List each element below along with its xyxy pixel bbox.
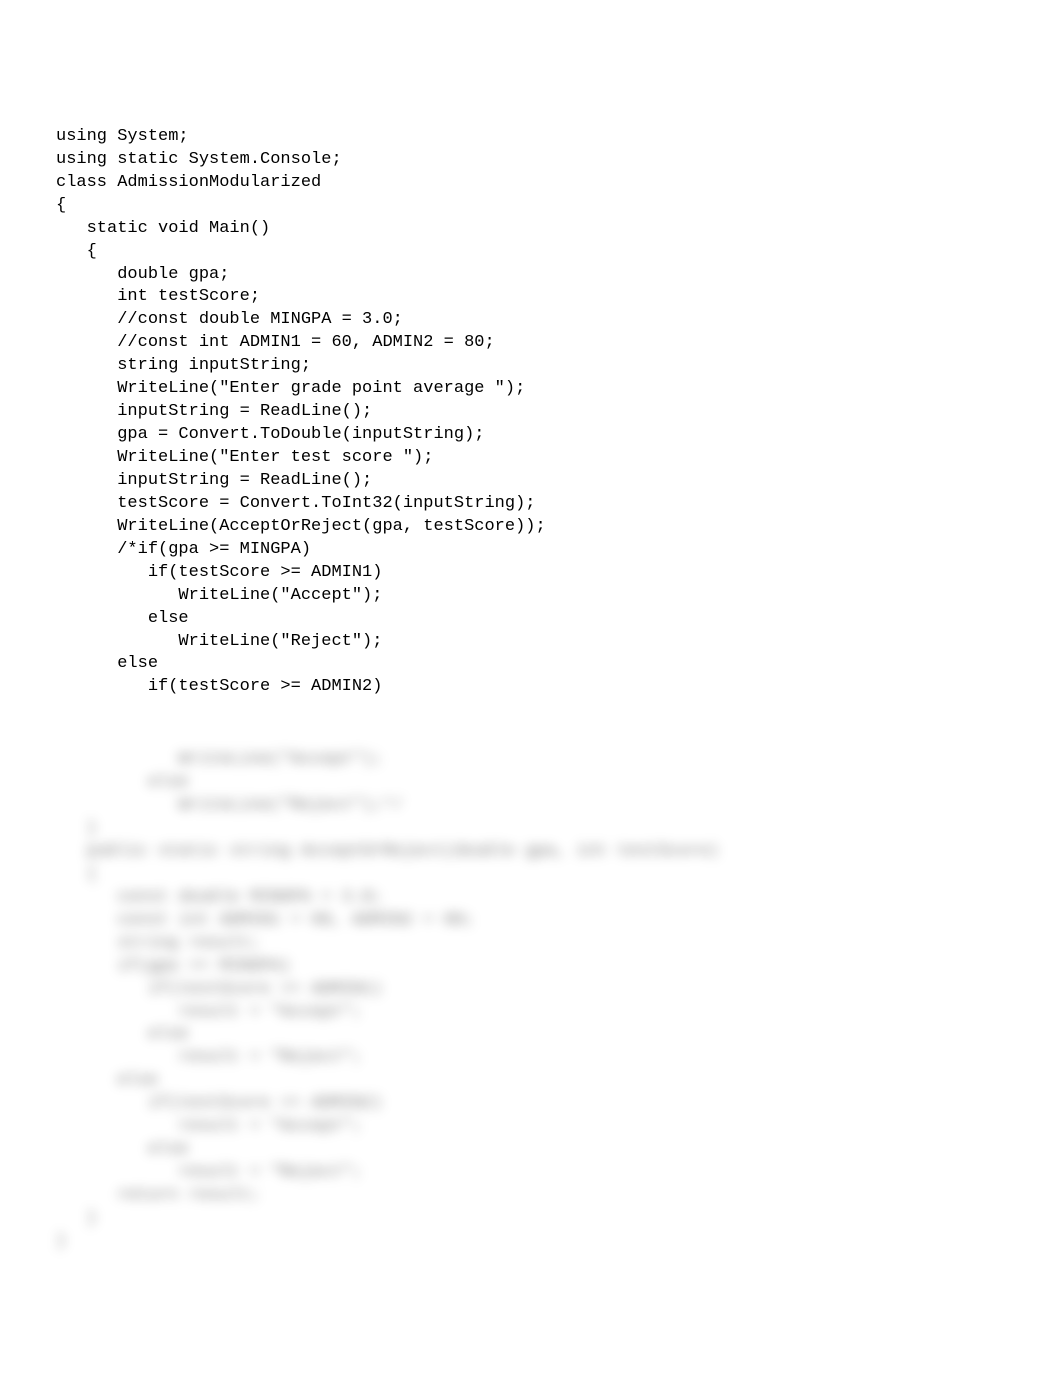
code.lines-line: gpa = Convert.ToDouble(inputString); — [56, 424, 1022, 447]
code.lines-line: else — [56, 653, 1022, 676]
code-page: using System;using static System.Console… — [0, 0, 1062, 1317]
code.lines-line: WriteLine("Enter grade point average "); — [56, 378, 1022, 401]
code.lines-line: int testScore; — [56, 286, 1022, 309]
code.lines-line: double gpa; — [56, 264, 1022, 287]
code.lines-line: inputString = ReadLine(); — [56, 401, 1022, 424]
code.blurred-line: { — [56, 864, 1022, 887]
code.lines-line: inputString = ReadLine(); — [56, 470, 1022, 493]
code.blurred-line: const double MINGPA = 3.0; — [56, 887, 1022, 910]
code-blurred-block: WriteLine("Accept"); else WriteLine("Rej… — [56, 749, 1022, 1254]
code.blurred-line: WriteLine("Reject");*/ — [56, 795, 1022, 818]
code.lines-line: else — [56, 608, 1022, 631]
code.lines-line: WriteLine("Reject"); — [56, 631, 1022, 654]
code.lines-line: if(testScore >= ADMIN2) — [56, 676, 1022, 699]
code.lines-line: using System; — [56, 126, 1022, 149]
code.blurred-line: result = "Accept"; — [56, 1002, 1022, 1025]
code.lines-line: if(testScore >= ADMIN1) — [56, 562, 1022, 585]
code.blurred-line: else — [56, 1024, 1022, 1047]
code.lines-line: WriteLine("Enter test score "); — [56, 447, 1022, 470]
code.lines-line: WriteLine("Accept"); — [56, 585, 1022, 608]
code.lines-line: //const int ADMIN1 = 60, ADMIN2 = 80; — [56, 332, 1022, 355]
code.blurred-line: else — [56, 1139, 1022, 1162]
code.lines-line: WriteLine(AcceptOrReject(gpa, testScore)… — [56, 516, 1022, 539]
code.blurred-line: const int ADMIN1 = 60, ADMIN2 = 80; — [56, 910, 1022, 933]
code.blurred-line: } — [56, 1208, 1022, 1231]
code.lines-line: using static System.Console; — [56, 149, 1022, 172]
code.lines-line: testScore = Convert.ToInt32(inputString)… — [56, 493, 1022, 516]
code.blurred-line: string result; — [56, 933, 1022, 956]
code.blurred-line: result = "Reject"; — [56, 1047, 1022, 1070]
code.blurred-line: if(testScore >= ADMIN1) — [56, 979, 1022, 1002]
code.lines-line: string inputString; — [56, 355, 1022, 378]
code.lines-line: //const double MINGPA = 3.0; — [56, 309, 1022, 332]
code.blurred-line: result = "Accept"; — [56, 1116, 1022, 1139]
code.blurred-line: if(gpa >= MINGPA) — [56, 956, 1022, 979]
code.blurred-line: } — [56, 1231, 1022, 1254]
code.lines-line: static void Main() — [56, 218, 1022, 241]
code.blurred-line: public static string AcceptOrReject(doub… — [56, 841, 1022, 864]
code-visible-block: using System;using static System.Console… — [56, 126, 1022, 699]
code.blurred-line: if(testScore >= ADMIN2) — [56, 1093, 1022, 1116]
code.blurred-line: WriteLine("Accept"); — [56, 749, 1022, 772]
code.blurred-line: else — [56, 1070, 1022, 1093]
code.lines-line: { — [56, 195, 1022, 218]
code.blurred-line: result = "Reject"; — [56, 1162, 1022, 1185]
code.blurred-line: } — [56, 818, 1022, 841]
code.blurred-line: return result; — [56, 1185, 1022, 1208]
code.lines-line: class AdmissionModularized — [56, 172, 1022, 195]
code.lines-line: /*if(gpa >= MINGPA) — [56, 539, 1022, 562]
code.lines-line: { — [56, 241, 1022, 264]
code.blurred-line: else — [56, 772, 1022, 795]
